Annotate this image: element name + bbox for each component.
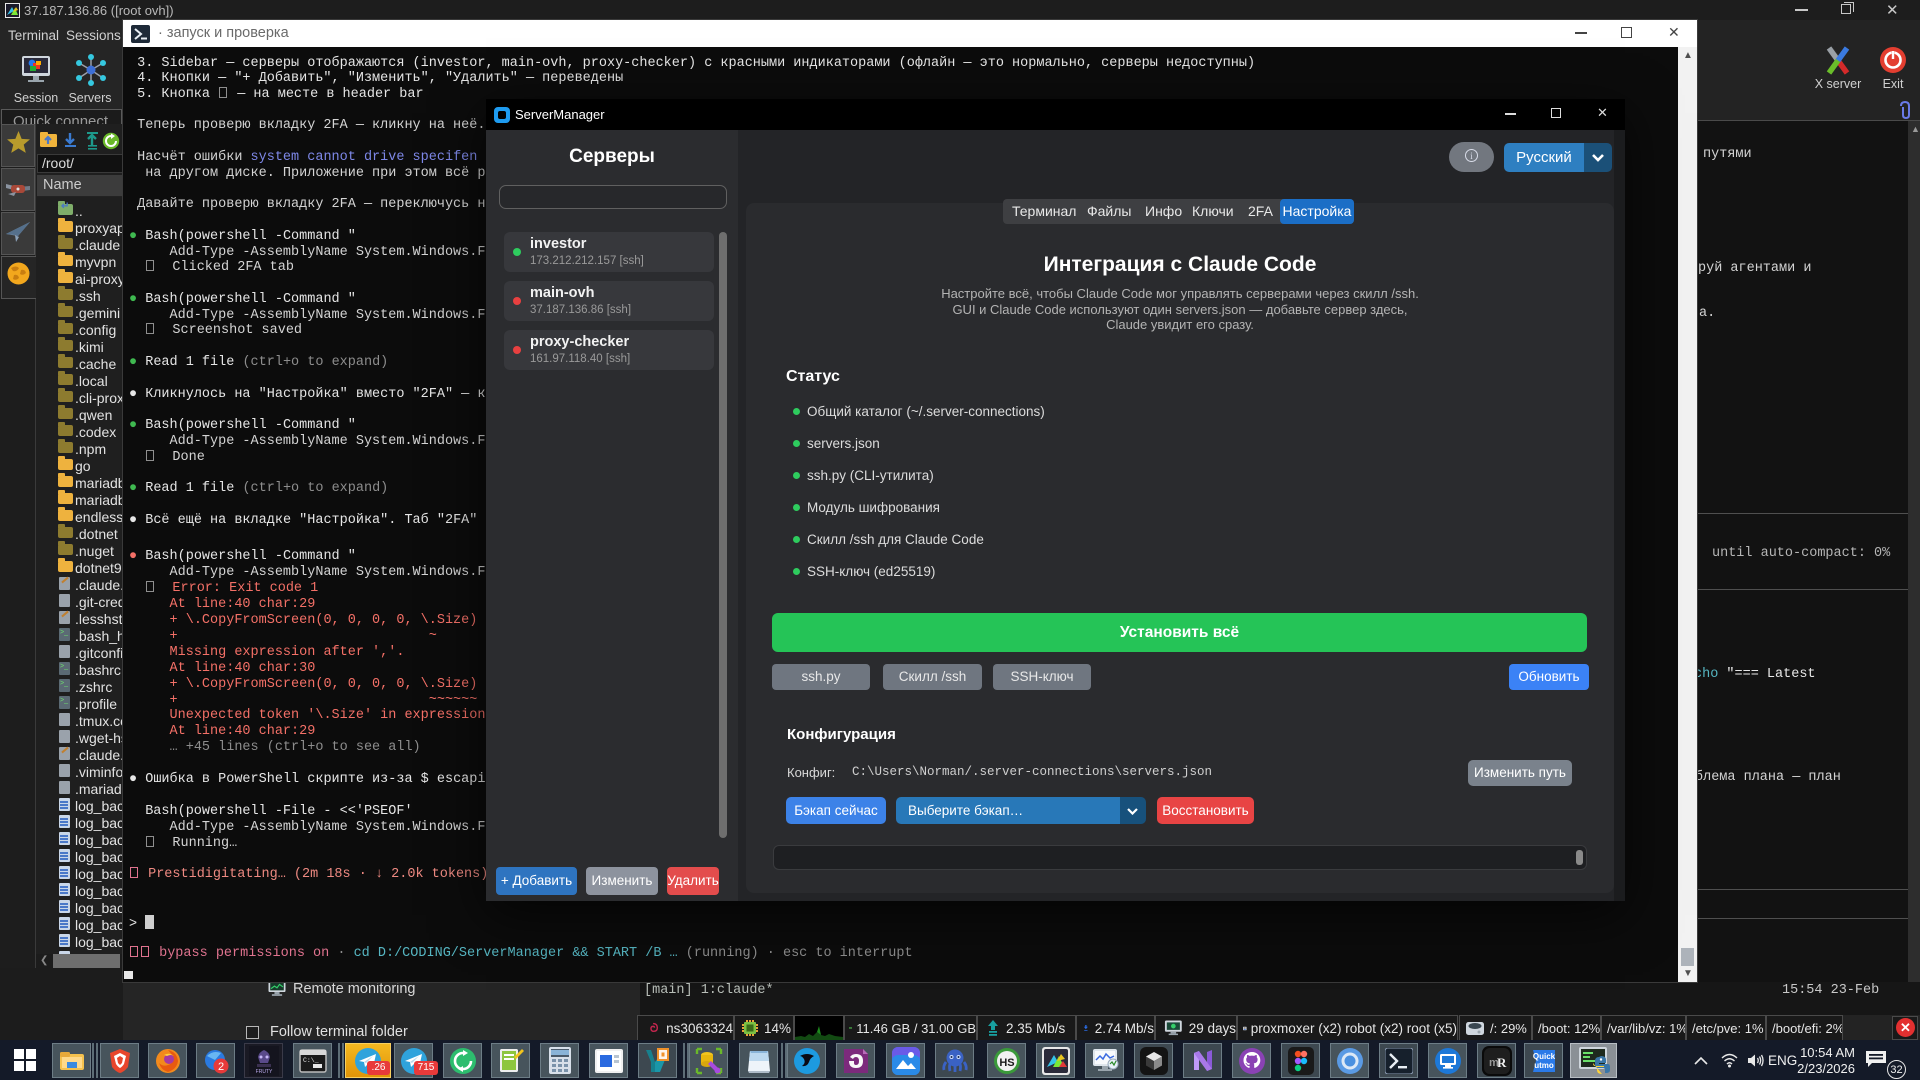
svg-text:R: R <box>1497 1055 1507 1070</box>
svg-text:FRUTY: FRUTY <box>255 1069 272 1075</box>
svg-text:C:\_: C:\_ <box>303 1057 319 1064</box>
svg-text:utmo: utmo <box>1534 1061 1554 1070</box>
svg-text:Quick: Quick <box>1532 1052 1555 1061</box>
svg-text:2: 2 <box>217 1061 223 1073</box>
svg-text:HS: HS <box>999 1057 1014 1069</box>
